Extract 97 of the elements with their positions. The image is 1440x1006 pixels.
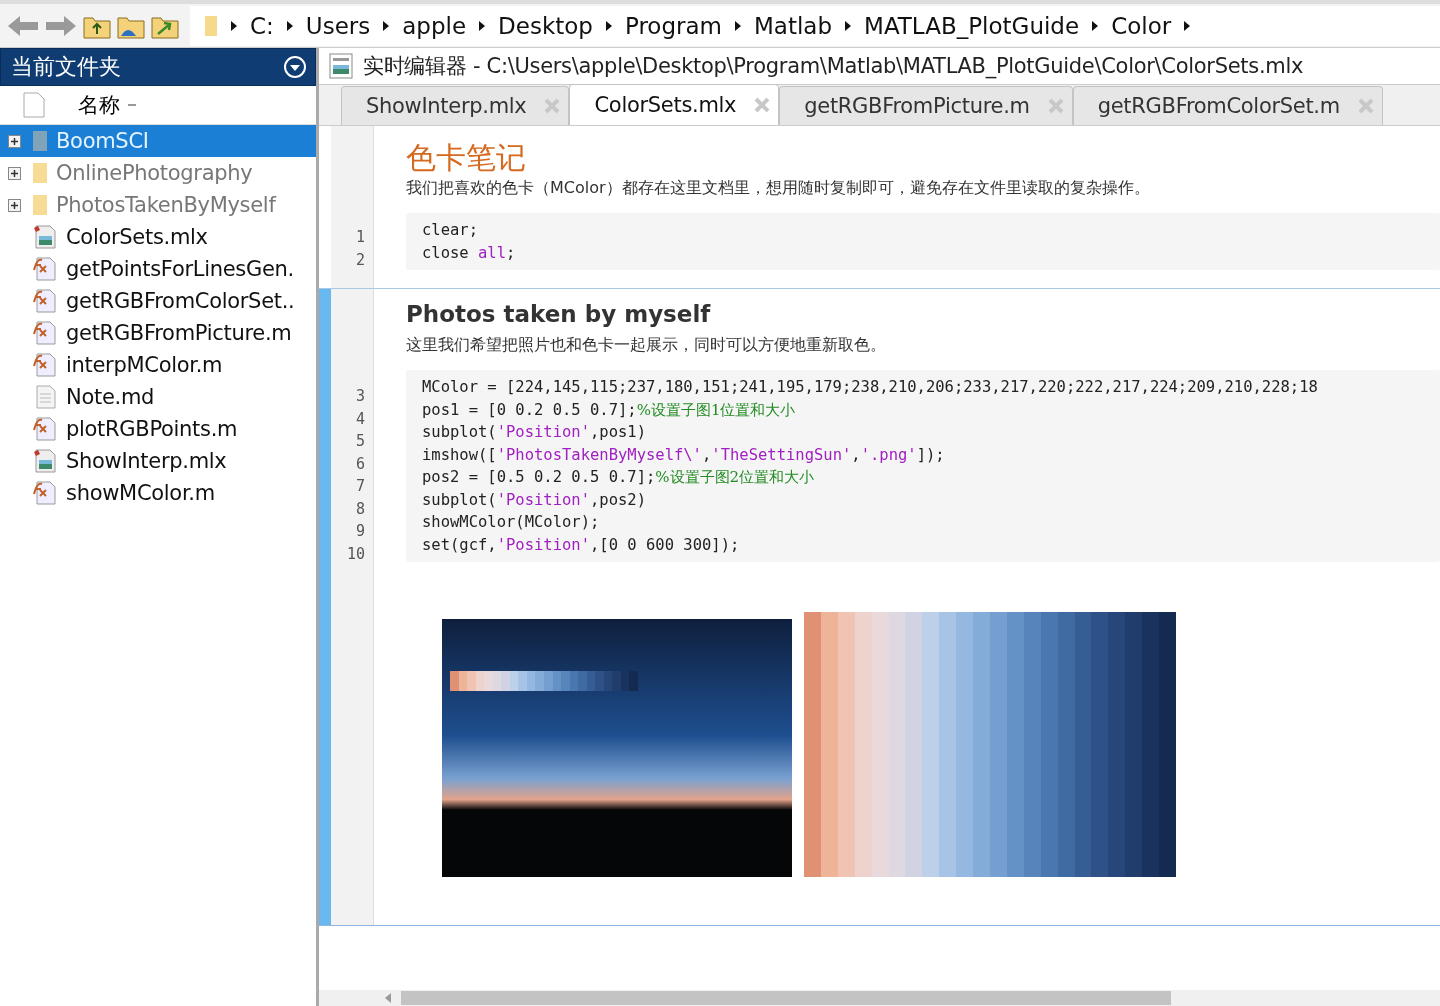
code-line: imshow(['PhotosTakenByMyself\','TheSettingSun','.png']); (422, 444, 946, 466)
file-row[interactable]: OnlinePhotography (0, 157, 316, 189)
scrollbar-thumb[interactable] (401, 991, 1171, 1005)
file-name: interpMColor.m (66, 353, 223, 377)
close-icon[interactable] (544, 98, 561, 114)
chevron-icon (734, 19, 742, 32)
file-row[interactable]: ShowInterp.mlx (0, 445, 316, 477)
file-name: OnlinePhotography (56, 161, 253, 185)
section-text: 我们把喜欢的色卡（MColor）都存在这里文档里，想用随时复制即可，避免存在文件里读取的复杂操作。 (406, 178, 1151, 199)
expand-icon[interactable] (8, 166, 21, 180)
close-icon[interactable] (1047, 98, 1064, 114)
file-name: ColorSets.mlx (66, 225, 208, 249)
code-line: showMColor(MColor); (422, 512, 601, 533)
file-row[interactable]: showMColor.m (0, 477, 316, 509)
file-row[interactable]: interpMColor.m (0, 349, 316, 381)
chevron-icon (285, 19, 294, 32)
breadcrumb-item[interactable]: C: (250, 12, 274, 39)
line-number: 10 (345, 543, 366, 565)
code-line: set(gcf,'Position',[0 0 600 300]); (422, 534, 741, 556)
line-number: 1 (354, 227, 366, 248)
file-row[interactable]: plotRGBPoints.m (0, 413, 316, 445)
breadcrumb-item[interactable]: Program (624, 12, 722, 39)
column-header[interactable]: 名称 (78, 91, 120, 119)
chevron-icon (1183, 19, 1192, 32)
file-row[interactable]: BoomSCI (0, 125, 316, 157)
file-name: getRGBFromColorSet.. (66, 289, 295, 313)
code-line: close all; (422, 242, 517, 264)
file-name: getPointsForLinesGen. (66, 257, 294, 281)
live-script-icon (32, 224, 58, 250)
function-file-icon (32, 416, 58, 442)
line-number: 5 (354, 431, 366, 452)
file-icon (22, 92, 46, 118)
file-name: ShowInterp.mlx (66, 449, 227, 473)
file-name: getRGBFromPicture.m (66, 321, 292, 345)
file-name: plotRGBPoints.m (66, 417, 238, 441)
file-row[interactable]: ColorSets.mlx (0, 221, 316, 253)
chevron-icon (604, 19, 613, 32)
editor-tab[interactable]: ShowInterp.mlx (341, 86, 570, 125)
breadcrumb-item[interactable]: Color (1111, 12, 1172, 39)
line-number: 4 (354, 408, 366, 430)
file-row[interactable]: getRGBFromColorSet.. (0, 285, 316, 317)
folder-icon (32, 161, 48, 185)
file-name: PhotosTakenByMyself (56, 193, 276, 217)
close-icon[interactable] (754, 97, 771, 113)
function-file-icon (32, 352, 58, 378)
folder-icon (32, 129, 48, 153)
function-file-icon (32, 320, 58, 346)
line-number: 7 (354, 476, 366, 497)
breadcrumb-item[interactable]: Users (305, 12, 371, 39)
dropdown-icon[interactable] (283, 55, 307, 79)
chevron-icon (230, 19, 238, 32)
editor-tab[interactable]: getRGBFromColorSet.m (1072, 86, 1383, 125)
breadcrumb-item[interactable]: MATLAB_PlotGuide (864, 12, 1080, 39)
line-number: 6 (354, 453, 366, 475)
expand-icon[interactable] (8, 198, 21, 212)
live-editor-icon (329, 53, 353, 79)
editor-title: 实时编辑器 - C:\Users\apple\Desktop\Program\Matlab\MATLAB_PlotGuide\Color\ColorSets.mlx (363, 53, 1304, 80)
line-number: 8 (354, 498, 366, 520)
breadcrumb-item[interactable]: apple (402, 12, 467, 39)
file-row[interactable]: Note.md (0, 381, 316, 413)
function-file-icon (32, 480, 58, 506)
folder-icon (204, 14, 218, 37)
file-name: Note.md (66, 385, 155, 409)
chevron-icon (844, 19, 853, 32)
code-line: pos2 = [0.5 0.2 0.5 0.7];%设置子图2位置和大小 (422, 467, 816, 488)
code-line: MColor = [224,145,115;237,180,151;241,195,179;238,210,206;233,217,220;222,217,224;209,210,228;18 (422, 377, 1319, 398)
file-row[interactable]: getPointsForLinesGen. (0, 253, 316, 285)
code-line: subplot('Position',pos2) (422, 489, 647, 511)
line-number: 2 (354, 249, 366, 271)
file-name: showMColor.m (66, 481, 215, 505)
file-name: BoomSCI (56, 129, 149, 153)
scroll-left-icon[interactable] (383, 992, 393, 1004)
chevron-icon (1091, 19, 1100, 32)
breadcrumb-item[interactable]: Matlab (754, 12, 833, 39)
close-icon[interactable] (1357, 98, 1374, 114)
function-file-icon (32, 256, 58, 282)
section-heading: 色卡笔记 (406, 139, 527, 177)
function-file-icon (32, 288, 58, 314)
chevron-icon (382, 19, 391, 32)
panel-title: 当前文件夹 (11, 53, 121, 81)
chevron-icon (478, 19, 487, 32)
section-heading: Photos taken by myself (406, 301, 712, 329)
file-row[interactable]: getRGBFromPicture.m (0, 317, 316, 349)
breadcrumb-item[interactable]: Desktop (498, 12, 593, 39)
expand-icon[interactable] (8, 134, 21, 148)
sort-icon (128, 103, 136, 107)
code-line: pos1 = [0 0.2 0.5 0.7];%设置子图1位置和大小 (422, 399, 797, 421)
code-line: clear; (422, 220, 479, 241)
editor-tab[interactable]: ColorSets.mlx (569, 84, 780, 125)
line-number: 3 (354, 386, 366, 407)
editor-tab[interactable]: getRGBFromPicture.m (779, 86, 1073, 125)
code-line: subplot('Position',pos1) (422, 422, 647, 443)
line-number: 9 (354, 521, 366, 542)
folder-icon (32, 193, 48, 217)
file-row[interactable]: PhotosTakenByMyself (0, 189, 316, 221)
section-text: 这里我们希望把照片也和色卡一起展示，同时可以方便地重新取色。 (406, 335, 887, 356)
live-script-icon (32, 448, 58, 474)
